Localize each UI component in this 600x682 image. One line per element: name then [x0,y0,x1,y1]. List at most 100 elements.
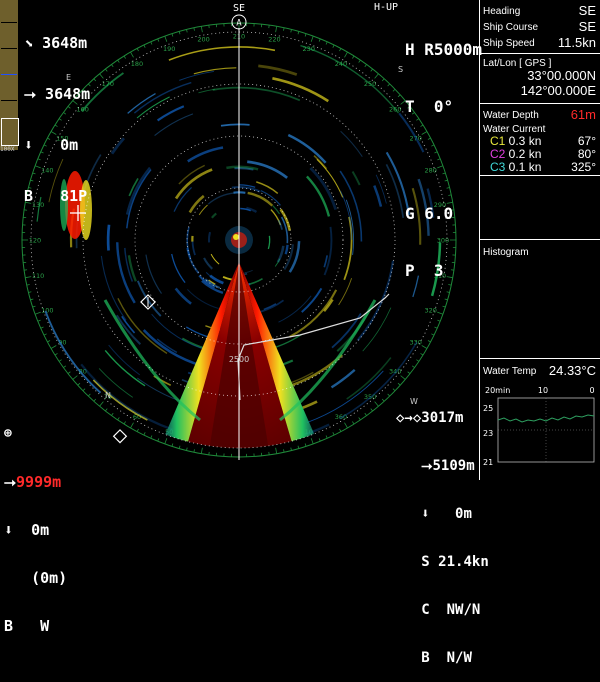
echo-streak [344,217,351,280]
heading-label: Heading [483,6,520,17]
water-temp-value: 24.33°C [549,363,596,378]
heading-marker-label: SE [233,3,245,14]
bearing-tick [41,327,44,328]
bearing-tick [100,402,104,407]
bearing-tick [345,52,348,57]
histogram-label: Histogram [483,247,529,258]
pulse-label[interactable]: P 3 [405,261,482,280]
bearing-tick [398,95,400,97]
bearing-tick [144,45,145,48]
divider [479,239,600,240]
water-current-speed: 0.3 kn [505,134,541,148]
echo-streak [176,170,212,199]
latitude-value: 33°00.000N [527,68,596,83]
bearing-tick [124,421,126,424]
bearing-tick [88,394,90,396]
bearing-tick [187,448,188,451]
bearing-tick [44,334,47,335]
echo-streak [275,259,280,267]
temp-graph-xlabel-min: 20min [485,386,510,395]
bearing-tick-label: 100 [41,306,53,314]
echo-streak [146,255,162,294]
mode-label[interactable]: H-UP [374,2,398,13]
echo-streak [144,330,202,366]
echo-streak [199,205,207,215]
bearing-tick [359,60,361,62]
temp-graph-xlabel-mid: 10 [538,386,548,395]
bottom-left-readout: ⊕ ⭢9999m ⬇ 0m (0m) B W [4,394,67,650]
readout-bl-range: ⭢9999m [4,474,67,490]
readout-bl-depth: ⬇ 0m [4,522,67,538]
temp-graph-xlabel-end: 0 [589,386,594,395]
range-label[interactable]: H R5000m [405,40,482,59]
divider [479,175,600,176]
bearing-tick [38,320,41,321]
range-ring-label: 2500 [229,355,249,364]
bearing-tick [375,402,379,407]
bearing-tick-label: 220 [268,36,280,44]
bearing-tick [333,432,334,435]
bearing-tick [100,74,104,79]
arrow-right-icon: ⭢ [24,85,36,103]
bearing-tick [291,29,292,32]
echo-streak [325,227,332,275]
bearing-tick [78,383,80,385]
tilt-label[interactable]: T 0° [405,97,482,116]
bearing-tick [105,409,107,411]
echo-streak [209,232,210,242]
bearing-tick [326,435,327,438]
marker-diamond-2[interactable] [114,430,127,443]
echo-streak [208,193,234,204]
readout-slant-range: ⬊ 3648m [24,35,90,52]
arrow-right-icon: ⭢ [421,458,432,474]
echo-streak [172,254,185,283]
event-icon: ⊕ [4,426,67,442]
bearing-tick [131,52,134,57]
gain-label[interactable]: G 6.0 [405,204,482,223]
echo-streak [212,213,216,217]
cardinal-N: N [105,391,111,400]
bearing-tick [420,353,423,355]
echo-streak [386,164,403,218]
bearing-tick [339,48,340,51]
bearing-tick [94,79,96,81]
bearing-tick [83,389,85,391]
bearing-tick [68,372,70,374]
temp-graph-y-21: 21 [483,458,493,467]
bearing-tick [305,444,306,447]
bearing-tick [179,31,180,34]
bearing-tick [51,346,56,349]
readout-horizontal-range: ⭢ 3648m [24,86,90,103]
bearing-tick [179,446,180,449]
water-current-row: C3 0.1 kn325° [490,160,598,174]
bearing-tick [333,45,334,48]
echo-streak [134,83,191,113]
bearing-tick [118,417,120,419]
bottom-right-readout: ◇→◇3017m ⭢5109m ⬇ 0m S 21.4kn C NW/N B N… [396,378,489,682]
bearing-tick [305,34,306,37]
bearing-tick [298,31,299,34]
bearing-tick [33,306,36,307]
bearing-tick [201,26,202,32]
water-depth-label: Water Depth [483,110,539,121]
bearing-tick [158,39,159,42]
bearing-tick [434,327,437,328]
bearing-tick [187,29,188,32]
echo-streak [286,245,288,254]
echo-streak [127,169,151,228]
bearing-tick [63,366,65,368]
bearing-tick [291,448,292,451]
bearing-tick [345,423,348,428]
bearing-tick [118,60,120,62]
bearing-tick [201,448,202,454]
echo-streak [45,311,100,393]
bearing-tick [428,340,431,341]
echo-streak [194,68,236,74]
bearing-tick [94,399,96,401]
bearing-tick [73,376,78,380]
bearing-tick [445,299,448,300]
bearing-tick [359,417,361,419]
echo-streak [213,88,300,101]
echo-streak [169,47,275,60]
bearing-tick [283,449,284,452]
